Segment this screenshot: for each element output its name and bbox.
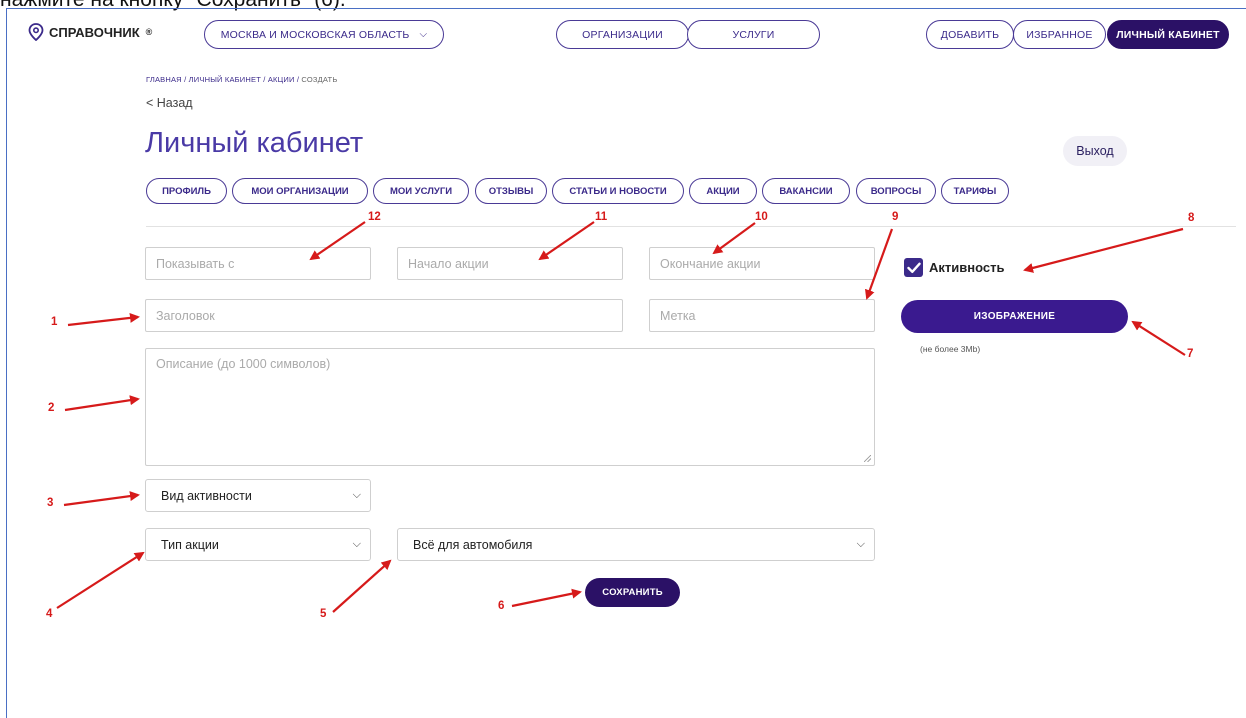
logo-text: СПРАВОЧНИК (49, 24, 140, 40)
annotation-number: 2 (48, 402, 55, 414)
tag-field[interactable]: Метка (649, 299, 875, 332)
add-button-label: ДОБАВИТЬ (940, 28, 1000, 41)
title-field[interactable]: Заголовок (145, 299, 623, 332)
add-button[interactable]: ДОБАВИТЬ (926, 20, 1014, 49)
tab-promos[interactable]: АКЦИИ (689, 178, 757, 204)
show-from-field[interactable]: Показывать с (145, 247, 371, 280)
logo-mark: ® (145, 27, 153, 37)
tab-vacancies[interactable]: ВАКАНСИИ (762, 178, 850, 204)
tab-my-organizations[interactable]: МОИ ОРГАНИЗАЦИИ (232, 178, 368, 204)
breadcrumb-separator: / (261, 75, 268, 84)
region-label: МОСКВА И МОСКОВСКАЯ ОБЛАСТЬ (220, 28, 410, 41)
site-header: СПРАВОЧНИК ® МОСКВА И МОСКОВСКАЯ ОБЛАСТЬ … (18, 17, 1240, 53)
image-size-hint: (не более 3Mb) (920, 344, 981, 354)
active-checkbox-row[interactable]: Активность (904, 258, 1004, 277)
tab-questions[interactable]: ВОПРОСЫ (856, 178, 936, 204)
description-placeholder: Описание (до 1000 символов) (156, 357, 331, 371)
breadcrumb-current: СОЗДАТЬ (301, 75, 338, 84)
annotation-number: 10 (755, 211, 768, 223)
breadcrumb-home[interactable]: ГЛАВНАЯ (146, 75, 182, 84)
account-button[interactable]: ЛИЧНЫЙ КАБИНЕТ (1107, 20, 1229, 49)
annotation-number: 7 (1187, 348, 1194, 360)
activity-type-select[interactable]: Вид активности ⌵ (145, 479, 371, 512)
annotation-number: 11 (595, 211, 608, 223)
annotation-number: 6 (498, 600, 505, 612)
category-select[interactable]: Всё для автомобиля ⌵ (397, 528, 875, 561)
logout-button[interactable]: Выход (1063, 136, 1127, 166)
promo-type-select[interactable]: Тип акции ⌵ (145, 528, 371, 561)
upload-image-button[interactable]: ИЗОБРАЖЕНИЕ (901, 300, 1128, 333)
nav-organizations-label: ОРГАНИЗАЦИИ (582, 28, 663, 41)
save-button[interactable]: СОХРАНИТЬ (585, 578, 680, 607)
page-title: Личный кабинет (145, 127, 364, 159)
tab-profile[interactable]: ПРОФИЛЬ (146, 178, 227, 204)
chevron-down-icon: ⌵ (856, 538, 865, 550)
breadcrumb: ГЛАВНАЯ / ЛИЧНЫЙ КАБИНЕТ / АКЦИИ / СОЗДА… (146, 75, 337, 84)
nav-organizations[interactable]: ОРГАНИЗАЦИИ (556, 20, 689, 49)
location-pin-icon (28, 23, 44, 41)
annotation-number: 9 (892, 211, 899, 223)
annotation-number: 8 (1188, 212, 1195, 224)
tab-tariffs[interactable]: ТАРИФЫ (941, 178, 1009, 204)
annotation-number: 12 (368, 211, 381, 223)
section-divider (146, 226, 1236, 227)
site-logo[interactable]: СПРАВОЧНИК ® (28, 23, 152, 41)
back-link[interactable]: < Назад (146, 96, 193, 110)
description-field[interactable]: Описание (до 1000 символов) (145, 348, 875, 466)
chevron-down-icon: ⌵ (419, 29, 428, 40)
tab-articles-news[interactable]: СТАТЬИ И НОВОСТИ (552, 178, 684, 204)
chevron-down-icon: ⌵ (352, 489, 361, 501)
annotation-number: 5 (320, 608, 327, 620)
breadcrumb-separator: / (181, 75, 189, 84)
favorites-button[interactable]: ИЗБРАННОЕ (1013, 20, 1106, 49)
favorites-button-label: ИЗБРАННОЕ (1026, 28, 1093, 41)
account-button-label: ЛИЧНЫЙ КАБИНЕТ (1116, 28, 1220, 41)
breadcrumb-account[interactable]: ЛИЧНЫЙ КАБИНЕТ (189, 75, 261, 84)
promo-type-value: Тип акции (161, 537, 219, 552)
end-date-field[interactable]: Окончание акции (649, 247, 875, 280)
annotation-number: 1 (51, 316, 58, 328)
activity-type-value: Вид активности (161, 488, 252, 503)
region-selector[interactable]: МОСКВА И МОСКОВСКАЯ ОБЛАСТЬ ⌵ (204, 20, 444, 49)
resize-grip-icon[interactable] (864, 455, 871, 462)
checkbox-checked-icon[interactable] (904, 258, 923, 277)
chevron-down-icon: ⌵ (352, 538, 361, 550)
nav-services-label: УСЛУГИ (732, 28, 775, 41)
breadcrumb-promos[interactable]: АКЦИИ (268, 75, 295, 84)
tab-reviews[interactable]: ОТЗЫВЫ (475, 178, 547, 204)
tab-my-services[interactable]: МОИ УСЛУГИ (373, 178, 469, 204)
annotation-number: 4 (46, 608, 53, 620)
start-date-field[interactable]: Начало акции (397, 247, 623, 280)
annotation-number: 3 (47, 497, 54, 509)
category-value: Всё для автомобиля (413, 537, 533, 552)
active-label: Активность (929, 260, 1005, 275)
nav-services[interactable]: УСЛУГИ (687, 20, 820, 49)
